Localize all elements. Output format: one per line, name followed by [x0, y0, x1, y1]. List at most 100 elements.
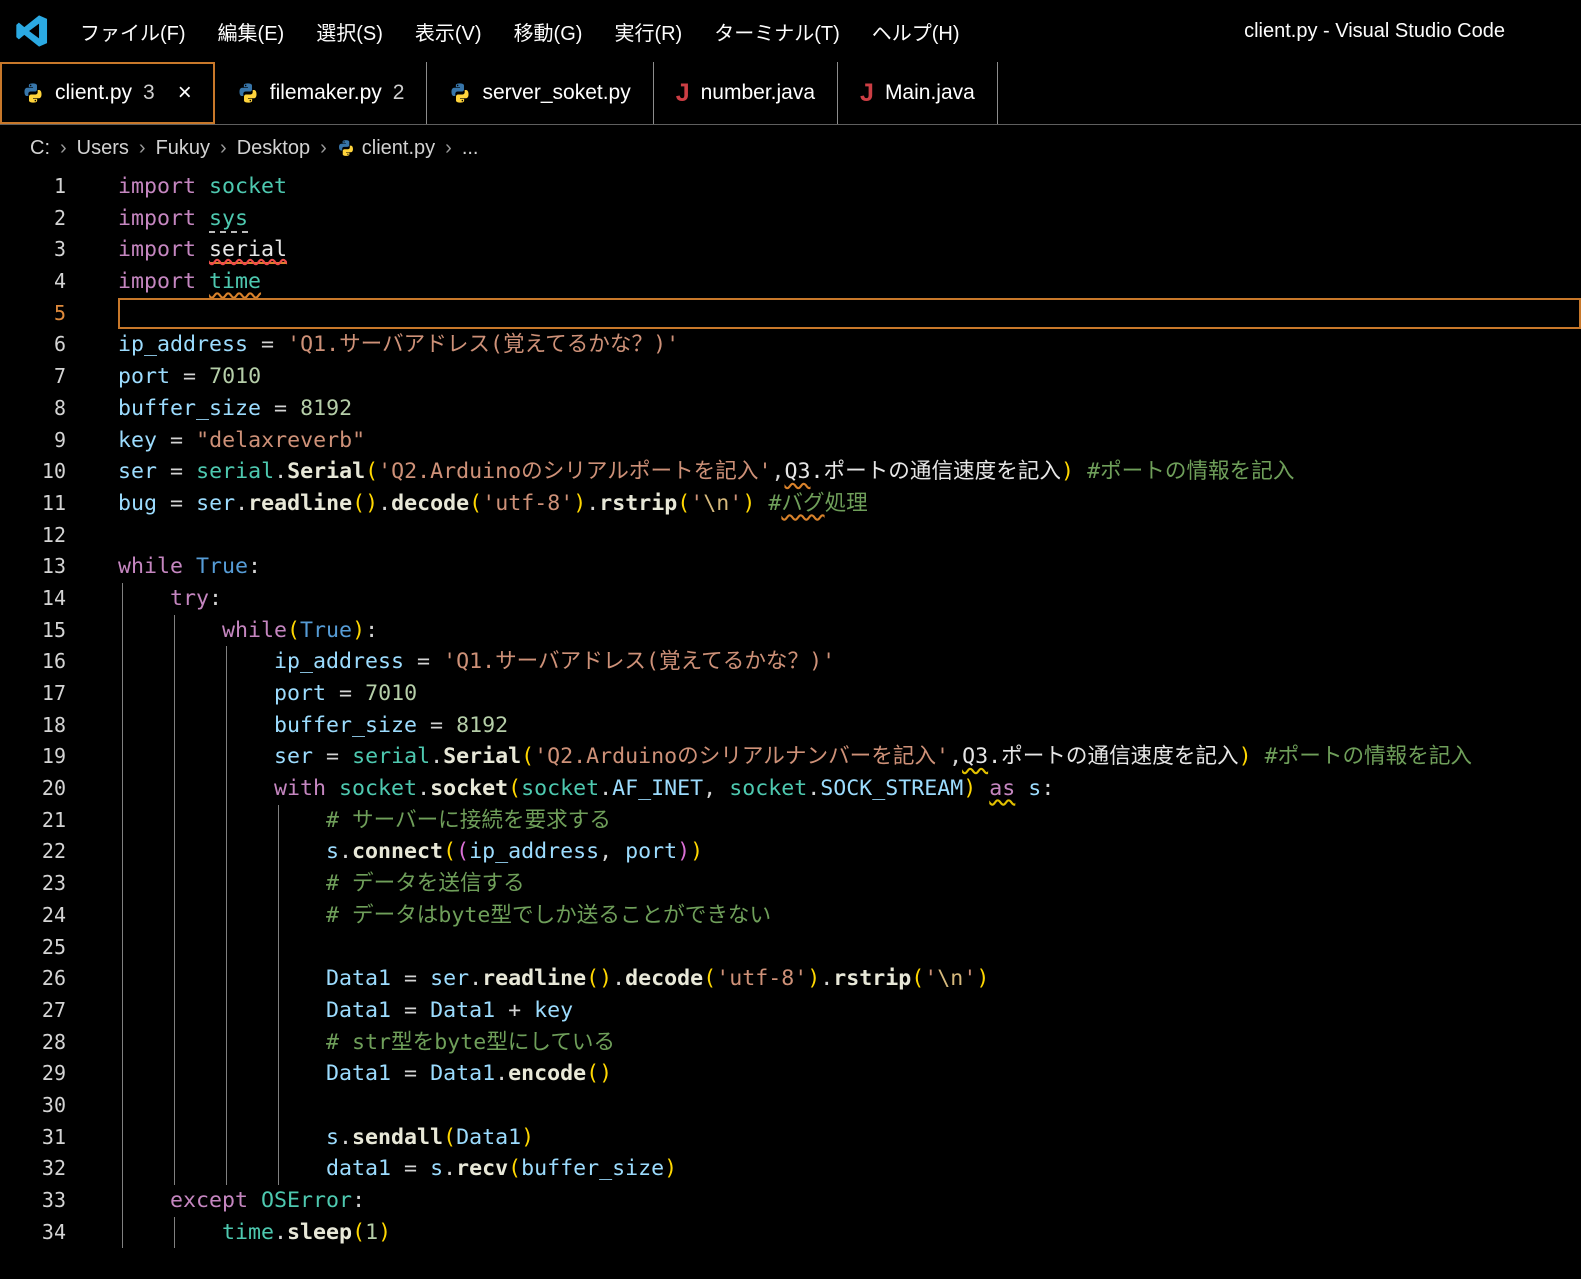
code-line[interactable]: 25: [0, 932, 1581, 964]
code-line[interactable]: 26 Data1 = ser.readline().decode('utf-8'…: [0, 963, 1581, 995]
indent-guide: [278, 1153, 279, 1185]
line-number: 3: [0, 234, 66, 266]
line-number: 27: [0, 995, 66, 1027]
line-content: while True:: [118, 551, 1581, 583]
menubar: ファイル(F)編集(E)選択(S)表示(V)移動(G)実行(R)ターミナル(T)…: [64, 17, 976, 46]
code-line[interactable]: 24 # データはbyte型でしか送ることができない: [0, 900, 1581, 932]
line-content: Data1 = Data1 + key: [118, 995, 1581, 1027]
indent-guide: [278, 995, 279, 1027]
code-line[interactable]: 18 buffer_size = 8192: [0, 710, 1581, 742]
code-line[interactable]: 22 s.connect((ip_address, port)): [0, 836, 1581, 868]
code-line[interactable]: 3import serial: [0, 234, 1581, 266]
menu-item-移動(G)[interactable]: 移動(G): [498, 17, 599, 46]
breadcrumb-separator-icon: ›: [139, 137, 146, 160]
code-line[interactable]: 21 # サーバーに接続を要求する: [0, 805, 1581, 837]
menu-item-実行(R)[interactable]: 実行(R): [598, 17, 698, 46]
code-line[interactable]: 34 time.sleep(1): [0, 1217, 1581, 1249]
breadcrumb-separator-icon: ›: [60, 137, 67, 160]
line-content: [118, 298, 1581, 330]
code-line[interactable]: 6ip_address = 'Q1.サーバアドレス(覚えてるかな？)': [0, 329, 1581, 361]
tab-server_soket.py[interactable]: server_soket.py: [427, 62, 653, 124]
code-line[interactable]: 31 s.sendall(Data1): [0, 1122, 1581, 1154]
indent-guide: [226, 678, 227, 710]
indent-guide: [174, 1122, 175, 1154]
breadcrumb-separator-icon: ›: [220, 137, 227, 160]
tab-filemaker.py[interactable]: filemaker.py2: [215, 62, 428, 124]
tab-label: number.java: [701, 81, 815, 105]
breadcrumb-item-Users[interactable]: Users: [77, 137, 129, 160]
tab-number.java[interactable]: Jnumber.java: [654, 62, 838, 124]
line-content: import sys: [118, 203, 1581, 235]
code-line[interactable]: 13while True:: [0, 551, 1581, 583]
breadcrumb-item-C:[interactable]: C:: [30, 137, 50, 160]
line-number: 7: [0, 361, 66, 393]
line-content: buffer_size = 8192: [118, 710, 1581, 742]
menu-item-選択(S)[interactable]: 選択(S): [300, 17, 399, 46]
indent-guide: [122, 1185, 123, 1217]
menu-item-ヘルプ(H)[interactable]: ヘルプ(H): [856, 17, 976, 46]
code-line[interactable]: 5: [0, 298, 1581, 330]
code-line[interactable]: 9 key = "delaxreverb": [0, 425, 1581, 457]
code-line[interactable]: 19 ser = serial.Serial('Q2.Arduinoのシリアルナ…: [0, 741, 1581, 773]
breadcrumb-item-...[interactable]: ...: [462, 137, 479, 160]
line-number: 20: [0, 773, 66, 805]
code-line[interactable]: 33 except OSError:: [0, 1185, 1581, 1217]
indent-guide: [122, 710, 123, 742]
code-line[interactable]: 10ser = serial.Serial('Q2.Arduinoのシリアルポー…: [0, 456, 1581, 488]
line-content: ip_address = 'Q1.サーバアドレス(覚えてるかな？)': [118, 646, 1581, 678]
tab-client.py[interactable]: client.py3×: [0, 62, 215, 124]
code-line[interactable]: 14 try:: [0, 583, 1581, 615]
line-content: [118, 520, 1581, 552]
tab-close-icon[interactable]: ×: [178, 81, 192, 105]
code-line[interactable]: 27 Data1 = Data1 + key: [0, 995, 1581, 1027]
titlebar: ファイル(F)編集(E)選択(S)表示(V)移動(G)実行(R)ターミナル(T)…: [0, 0, 1581, 62]
indent-guide: [122, 868, 123, 900]
tab-Main.java[interactable]: JMain.java: [838, 62, 998, 124]
code-line[interactable]: 2import sys: [0, 203, 1581, 235]
python-icon: [449, 82, 471, 104]
indent-guide: [122, 836, 123, 868]
indent-guide: [226, 900, 227, 932]
breadcrumb-item-Fukuy[interactable]: Fukuy: [156, 137, 210, 160]
tab-bar: client.py3× filemaker.py2 server_soket.p…: [0, 62, 1581, 125]
menu-item-ファイル(F)[interactable]: ファイル(F): [64, 17, 202, 46]
code-line[interactable]: 23 # データを送信する: [0, 868, 1581, 900]
line-number: 33: [0, 1185, 66, 1217]
menu-item-表示(V)[interactable]: 表示(V): [399, 17, 498, 46]
line-number: 9: [0, 425, 66, 457]
indent-guide: [122, 1090, 123, 1122]
indent-guide: [226, 710, 227, 742]
code-line[interactable]: 16 ip_address = 'Q1.サーバアドレス(覚えてるかな？)': [0, 646, 1581, 678]
line-content: # str型をbyte型にしている: [118, 1027, 1581, 1059]
python-icon: [237, 82, 259, 104]
line-content: key = "delaxreverb": [118, 425, 1581, 457]
menu-item-編集(E)[interactable]: 編集(E): [202, 17, 301, 46]
code-line[interactable]: 32 data1 = s.recv(buffer_size): [0, 1153, 1581, 1185]
code-line[interactable]: 17 port = 7010: [0, 678, 1581, 710]
code-line[interactable]: 12: [0, 520, 1581, 552]
indent-guide: [174, 932, 175, 964]
code-line[interactable]: 7 port = 7010: [0, 361, 1581, 393]
indent-guide: [278, 836, 279, 868]
code-line[interactable]: 4import time: [0, 266, 1581, 298]
code-line[interactable]: 15 while(True):: [0, 615, 1581, 647]
code-line[interactable]: 29 Data1 = Data1.encode(): [0, 1058, 1581, 1090]
breadcrumb-item-client.py[interactable]: client.py: [337, 137, 435, 160]
code-line[interactable]: 8buffer_size = 8192: [0, 393, 1581, 425]
line-number: 1: [0, 171, 66, 203]
indent-guide: [122, 932, 123, 964]
line-content: port = 7010: [118, 361, 1581, 393]
indent-guide: [122, 995, 123, 1027]
code-line[interactable]: 28 # str型をbyte型にしている: [0, 1027, 1581, 1059]
line-content: with socket.socket(socket.AF_INET, socke…: [118, 773, 1581, 805]
indent-guide: [226, 1090, 227, 1122]
code-line[interactable]: 1import socket: [0, 171, 1581, 203]
menu-item-ターミナル(T)[interactable]: ターミナル(T): [698, 17, 856, 46]
code-line[interactable]: 11bug = ser.readline().decode('utf-8').r…: [0, 488, 1581, 520]
breadcrumb-separator-icon: ›: [320, 137, 327, 160]
code-line[interactable]: 20 with socket.socket(socket.AF_INET, so…: [0, 773, 1581, 805]
code-line[interactable]: 30: [0, 1090, 1581, 1122]
indent-guide: [122, 741, 123, 773]
editor[interactable]: 1import socket2import sys3import serial4…: [0, 171, 1581, 1248]
breadcrumb-item-Desktop[interactable]: Desktop: [237, 137, 310, 160]
